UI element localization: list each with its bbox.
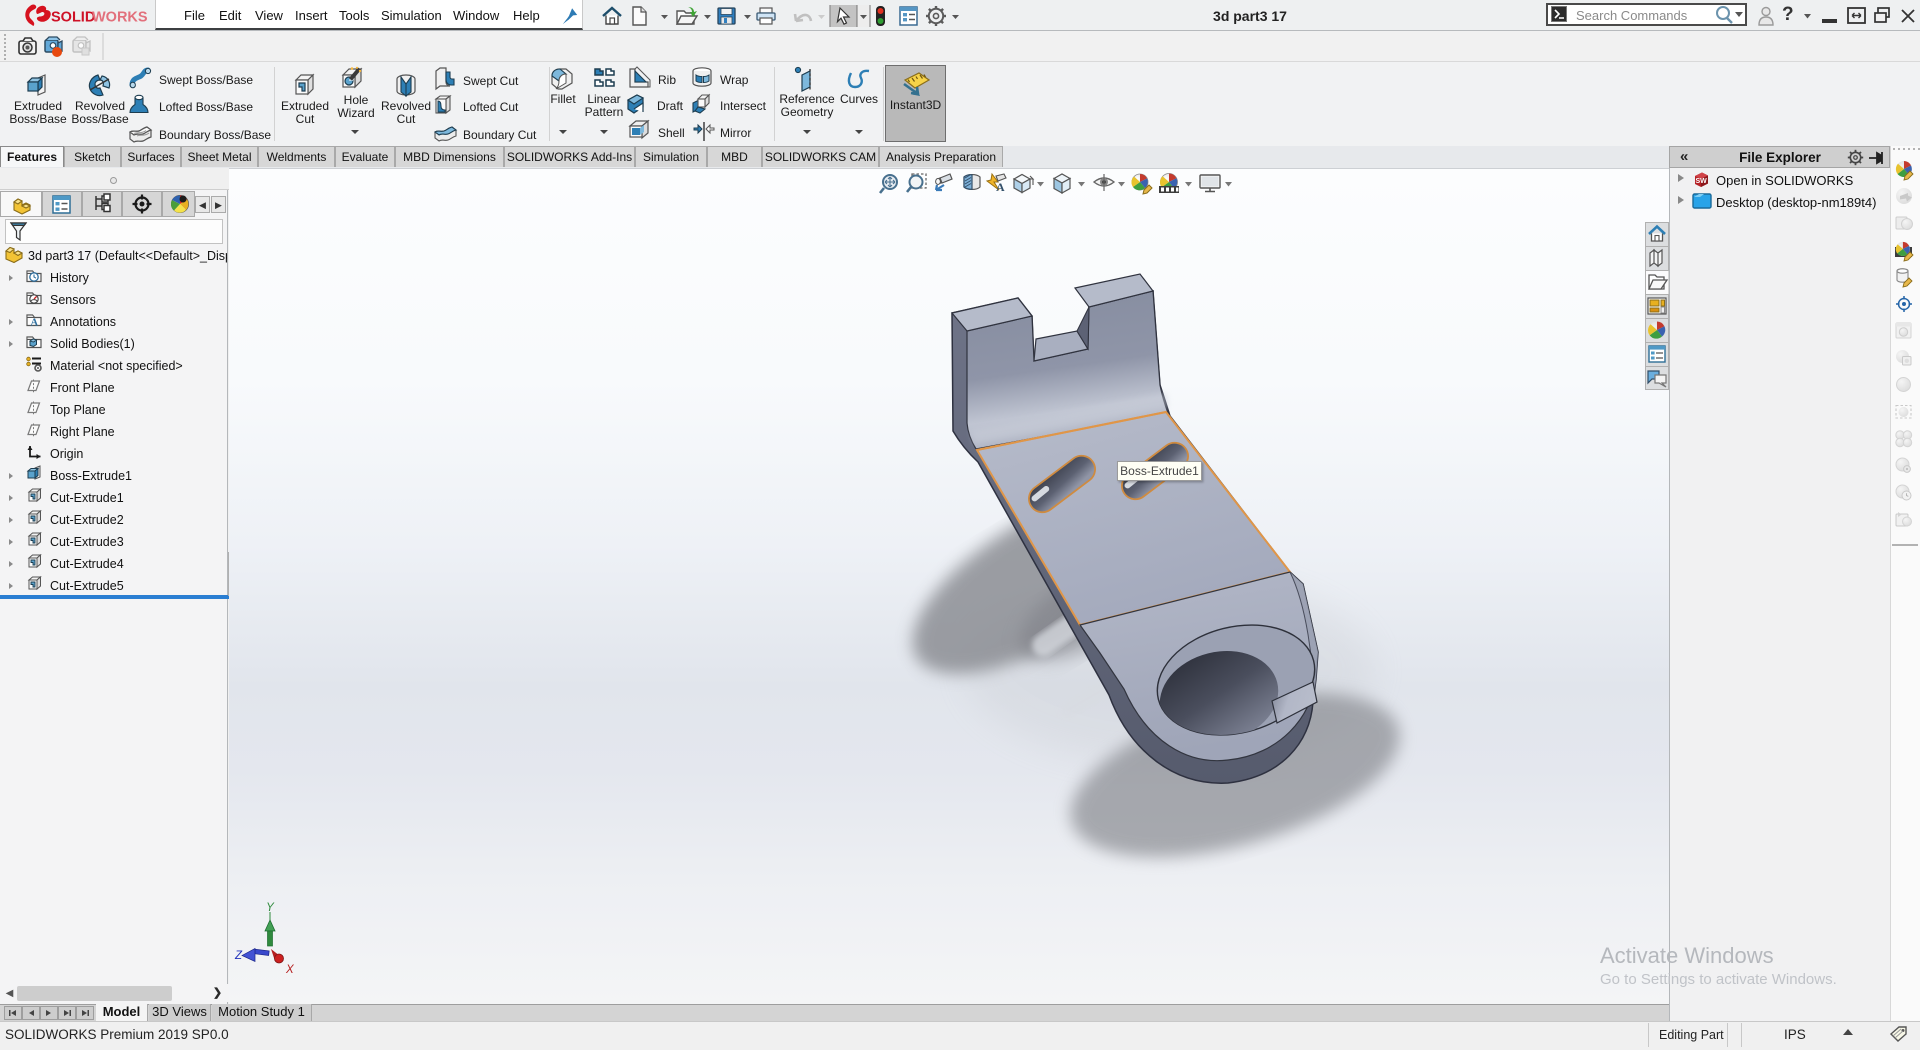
svg-text:A: A (996, 180, 1005, 194)
svg-text:Z: Z (234, 950, 243, 962)
svg-text:SW: SW (1696, 178, 1708, 185)
svg-text:X: X (285, 964, 295, 976)
svg-text:Y: Y (266, 902, 275, 914)
svg-text:SOLID: SOLID (51, 10, 95, 26)
svg-text:WORKS: WORKS (92, 10, 148, 26)
